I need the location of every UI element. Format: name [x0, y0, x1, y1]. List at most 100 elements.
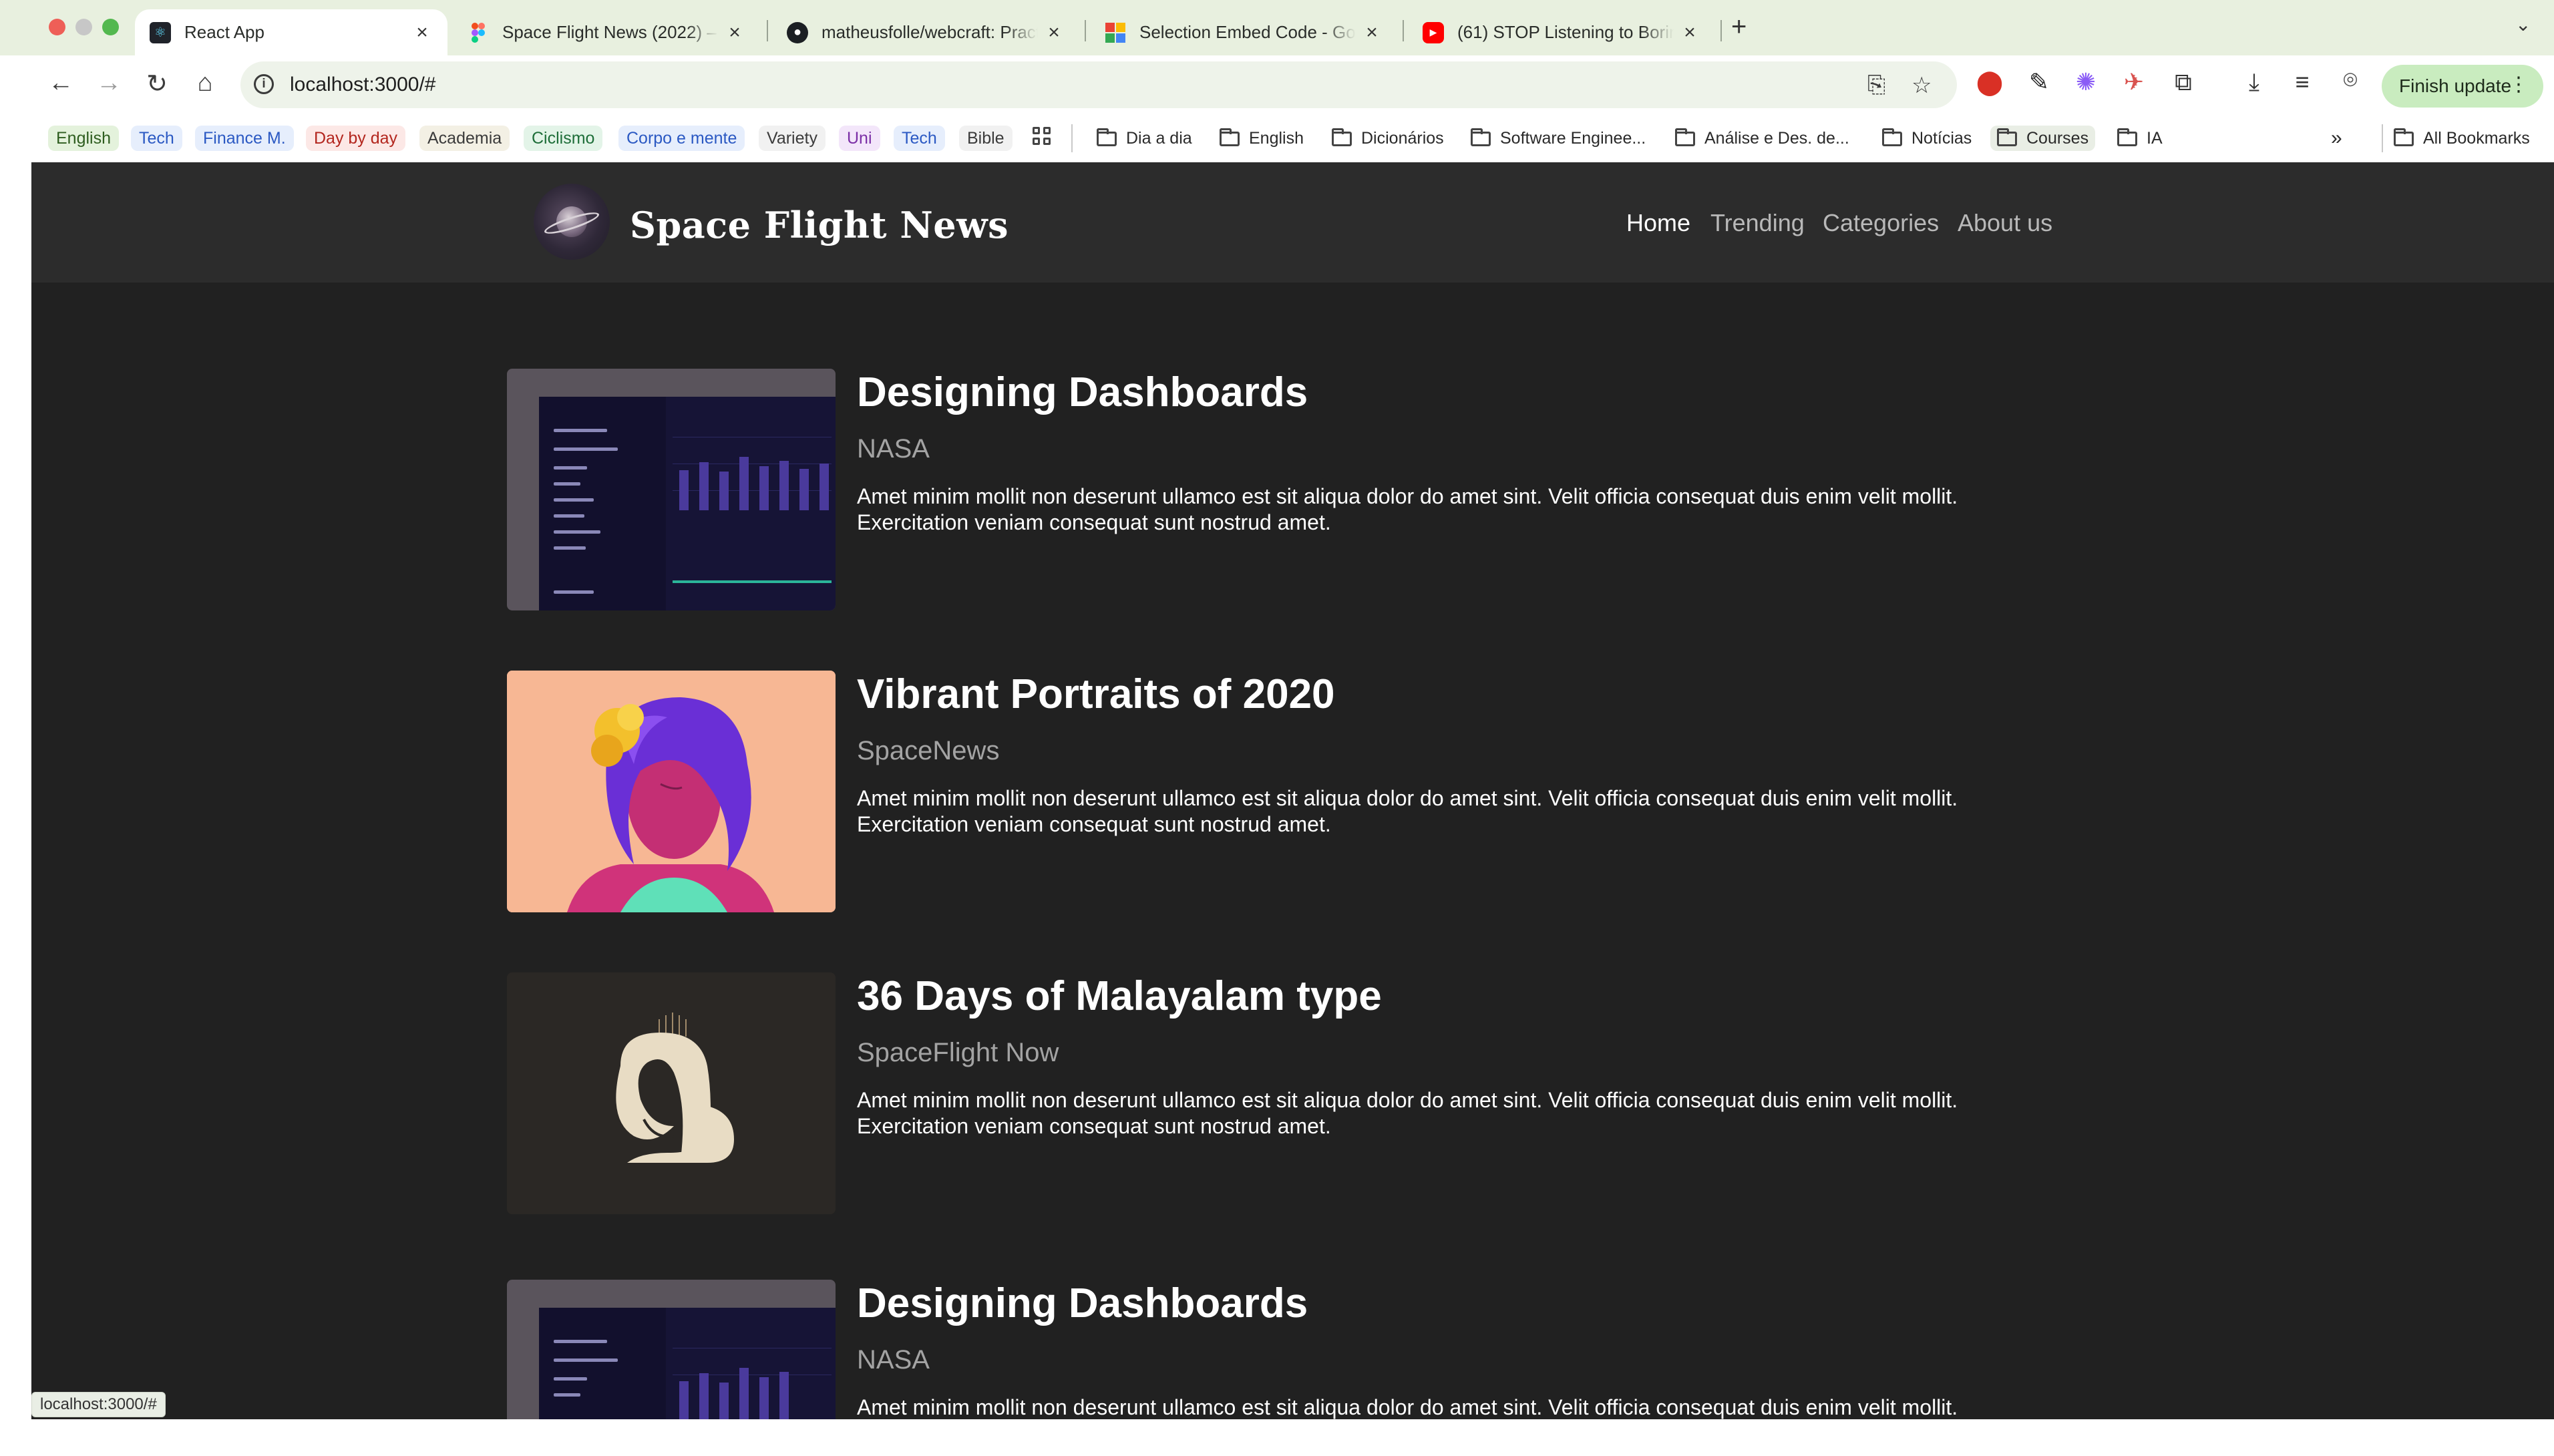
address-bar[interactable]: i localhost:3000/# ⎘ ☆ — [240, 61, 1957, 108]
article-source: NASA — [857, 434, 930, 464]
tab-youtube[interactable]: ▶ (61) STOP Listening to Boring × — [1408, 9, 1715, 55]
bookmark-chip[interactable]: Tech — [131, 126, 182, 151]
article-image[interactable] — [507, 972, 836, 1214]
minimize-window-button[interactable] — [75, 19, 92, 35]
bookmark-chip[interactable]: Bible — [959, 126, 1013, 151]
tab-close-icon[interactable]: × — [1361, 21, 1383, 44]
react-icon: ⚛ — [150, 21, 171, 43]
tab-close-icon[interactable]: × — [411, 21, 433, 44]
planet-logo-icon[interactable] — [534, 184, 610, 260]
bookmark-chip[interactable]: Variety — [759, 126, 826, 151]
tab-close-icon[interactable]: × — [724, 21, 745, 44]
article-summary: Amet minim mollit non deserunt ullamco e… — [857, 1088, 1958, 1138]
article-summary: Amet minim mollit non deserunt ullamco e… — [857, 786, 1958, 836]
site-title[interactable]: Space Flight News — [630, 204, 1009, 246]
article-card[interactable]: 36 Days of Malayalam type SpaceFlight No… — [507, 972, 2043, 1214]
finish-update-button[interactable]: Finish update ⋮ — [2382, 65, 2543, 108]
tab-strip: ⚛ React App × Space Flight News (2022) –… — [0, 0, 2554, 55]
article-card[interactable]: Designing Dashboards NASA Amet minim mol… — [507, 369, 2043, 610]
article-image[interactable] — [507, 671, 836, 912]
opera-extension-icon[interactable]: ⬤ — [1974, 68, 2005, 96]
forward-arrow-icon[interactable]: → — [92, 69, 126, 98]
tab-close-icon[interactable]: × — [1043, 21, 1065, 44]
folder-icon — [1220, 128, 1240, 146]
new-tab-button[interactable]: + — [1731, 12, 1747, 42]
tab-react-app[interactable]: ⚛ React App × — [135, 9, 447, 55]
maximize-window-button[interactable] — [102, 19, 119, 35]
article-source: SpaceFlight Now — [857, 1038, 1059, 1067]
nav-trending[interactable]: Trending — [1710, 209, 1805, 237]
folder-icon — [1471, 128, 1491, 146]
folder-icon — [1997, 128, 2017, 146]
page-bottom-edge — [31, 1419, 2554, 1456]
home-icon[interactable]: ⌂ — [188, 69, 222, 98]
color-picker-icon[interactable]: ✎ — [2024, 68, 2054, 96]
page-viewport[interactable]: Space Flight News Home Trending Categori… — [31, 162, 2554, 1419]
folder-icon — [1675, 128, 1695, 146]
apps-grid-icon[interactable] — [1033, 127, 1053, 147]
folder-icon — [1097, 128, 1117, 146]
bookmark-chip[interactable]: Finance M. — [195, 126, 294, 151]
bookmark-folder[interactable]: Dicionários — [1332, 126, 1444, 151]
bookmark-chip[interactable]: Corpo e mente — [618, 126, 745, 151]
bookmark-folder[interactable]: IA — [2117, 126, 2163, 151]
article-source: SpaceNews — [857, 736, 1000, 765]
bookmark-star-icon[interactable]: ☆ — [1911, 72, 1932, 99]
nav-categories[interactable]: Categories — [1823, 209, 1939, 237]
bookmark-separator — [1071, 124, 1073, 152]
tab-google-slides[interactable]: Selection Embed Code - Google × — [1090, 9, 1397, 55]
article-card[interactable]: Vibrant Portraits of 2020 SpaceNews Amet… — [507, 671, 2043, 912]
tab-figma[interactable]: Space Flight News (2022) – Figma × — [453, 9, 760, 55]
close-window-button[interactable] — [49, 19, 65, 35]
bookmark-chip[interactable]: Day by day — [306, 126, 406, 151]
tab-github[interactable]: ● matheusfolle/webcraft: Practice × — [772, 9, 1079, 55]
youtube-icon: ▶ — [1423, 21, 1444, 43]
article-title[interactable]: Vibrant Portraits of 2020 — [857, 671, 1335, 718]
all-bookmarks-folder[interactable]: All Bookmarks — [2394, 126, 2530, 151]
bookmark-chip[interactable]: Tech — [894, 126, 945, 151]
article-title[interactable]: Designing Dashboards — [857, 369, 1308, 416]
extensions-icon[interactable]: ⧉ — [2168, 68, 2199, 97]
address-url[interactable]: localhost:3000/# — [290, 73, 436, 96]
download-icon[interactable]: ⤓ — [2239, 68, 2269, 97]
bookmark-chip[interactable]: Academia — [419, 126, 510, 151]
puzzle-gear-icon[interactable]: ✺ — [2070, 68, 2101, 96]
bookmark-folder[interactable]: Dia a dia — [1097, 126, 1192, 151]
article-title[interactable]: Designing Dashboards — [857, 1280, 1308, 1327]
bookmark-folder[interactable]: English — [1220, 126, 1304, 151]
bookmark-folder[interactable]: Software Enginee... — [1471, 126, 1646, 151]
tab-separator — [767, 20, 768, 41]
tab-separator — [1403, 20, 1404, 41]
article-card[interactable]: Designing Dashboards NASA Amet minim mol… — [507, 1280, 2043, 1419]
bookmarks-bar: English Tech Finance M. Day by day Acade… — [0, 114, 2554, 162]
tab-close-icon[interactable]: × — [1679, 21, 1700, 44]
article-image[interactable] — [507, 369, 836, 610]
bookmark-folder[interactable]: Notícias — [1882, 126, 1972, 151]
reload-icon[interactable]: ↻ — [140, 69, 174, 99]
nav-about-us[interactable]: About us — [1958, 209, 2052, 237]
tab-separator — [1085, 20, 1086, 41]
bookmark-folder[interactable]: Courses — [1990, 126, 2096, 151]
folder-icon — [2117, 128, 2137, 146]
reading-list-icon[interactable]: ≡ — [2287, 68, 2318, 96]
figma-icon — [468, 22, 489, 43]
bookmark-chip[interactable]: Uni — [839, 126, 880, 151]
more-menu-icon[interactable]: ⋮ — [2509, 73, 2529, 96]
profile-icon[interactable]: ◎ — [2335, 68, 2366, 89]
bookmark-chip[interactable]: English — [48, 126, 119, 151]
install-app-icon[interactable]: ⎘ — [1867, 72, 1885, 98]
bird-extension-icon[interactable]: ✈ — [2119, 68, 2149, 96]
bookmark-folder[interactable]: Análise e Des. de... — [1675, 126, 1849, 151]
article-title[interactable]: 36 Days of Malayalam type — [857, 972, 1382, 1020]
article-image[interactable] — [507, 1280, 836, 1419]
bookmark-chip[interactable]: Ciclismo — [524, 126, 603, 151]
tab-search-chevron-icon[interactable]: ⌄ — [2515, 13, 2531, 35]
article-source: NASA — [857, 1345, 930, 1375]
site-info-icon[interactable]: i — [254, 74, 274, 94]
article-summary: Amet minim mollit non deserunt ullamco e… — [857, 484, 1958, 534]
nav-home[interactable]: Home — [1626, 209, 1690, 237]
tab-separator — [1720, 20, 1722, 41]
back-arrow-icon[interactable]: ← — [44, 69, 77, 98]
folder-icon — [2394, 128, 2414, 146]
more-bookmarks-chevron-icon[interactable]: » — [2331, 126, 2342, 151]
